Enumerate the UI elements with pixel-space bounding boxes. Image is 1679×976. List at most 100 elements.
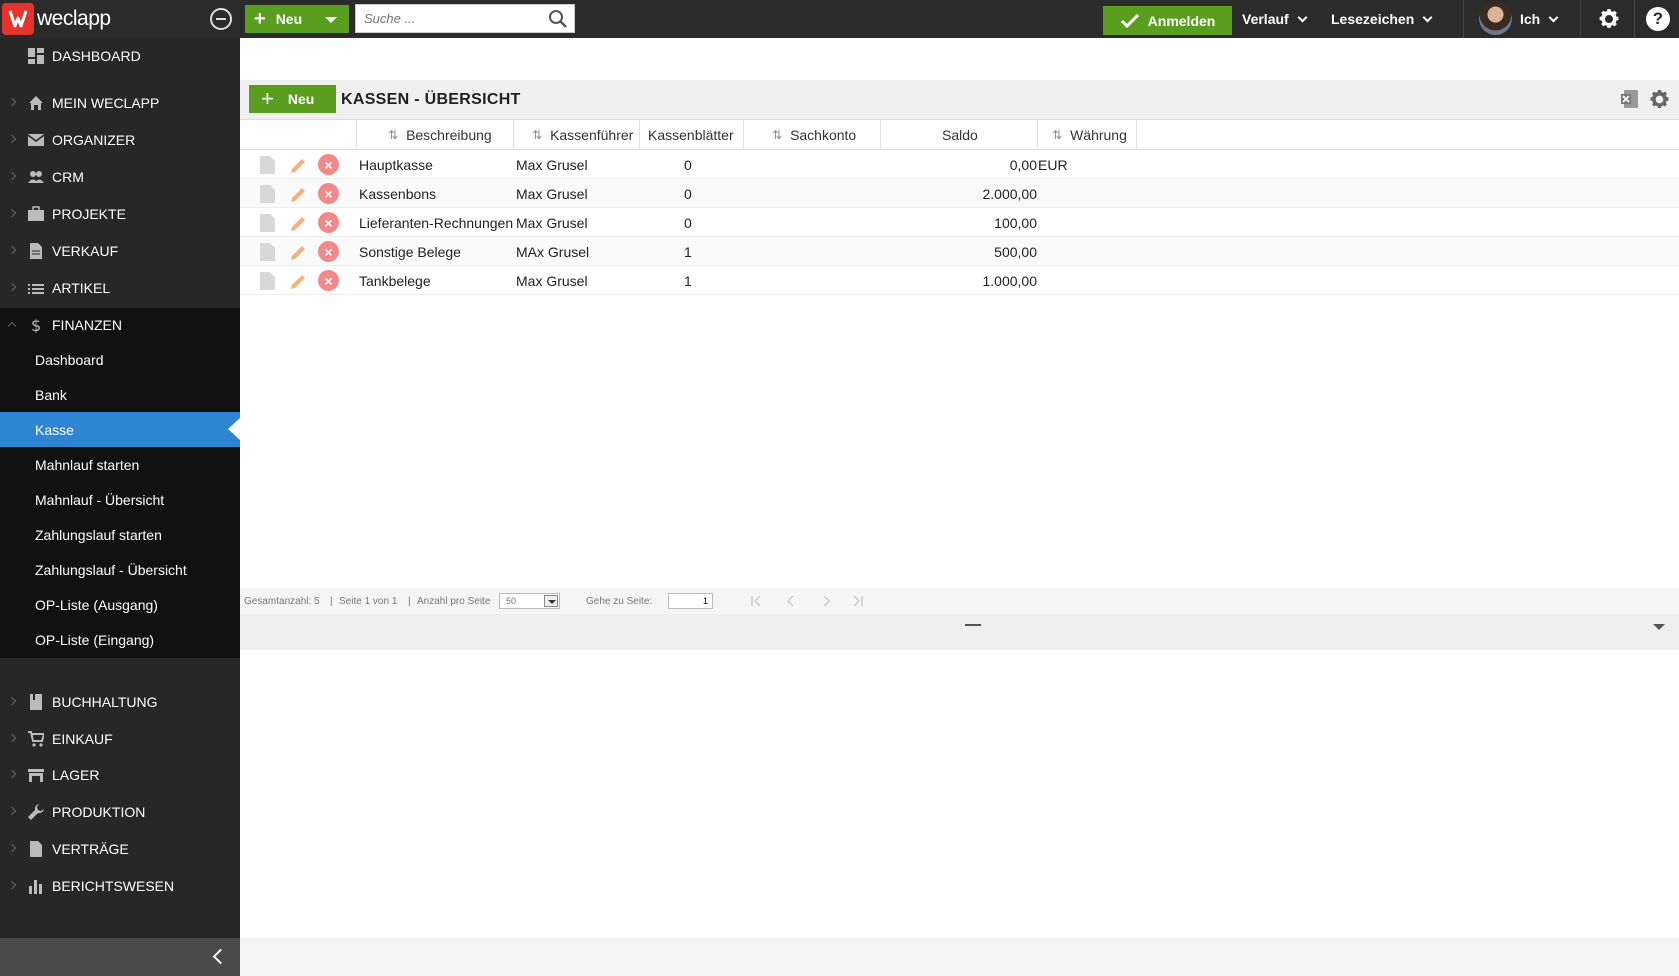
submenu-item-op-liste-eingang[interactable]: OP-Liste (Eingang): [0, 622, 240, 657]
sidebar-item-berichtswesen[interactable]: BERICHTSWESEN: [0, 869, 240, 903]
first-page-icon[interactable]: [751, 596, 761, 606]
delete-icon[interactable]: ×: [318, 212, 339, 233]
table-row[interactable]: × Kassenbons Max Grusel 0 2.000,00: [240, 179, 1679, 208]
gear-icon[interactable]: [1597, 7, 1621, 31]
sidebar-item-lager[interactable]: LAGER: [0, 758, 240, 792]
anmelden-button[interactable]: Anmelden: [1103, 6, 1232, 35]
sort-icon: ⇅: [1052, 128, 1063, 142]
sidebar-item-einkauf[interactable]: EINKAUF: [0, 722, 240, 756]
avatar[interactable]: [1479, 2, 1512, 35]
cell-kassenfuehrer: Max Grusel: [516, 185, 588, 202]
detail-panel-divider[interactable]: [240, 614, 1679, 650]
total-count: Gesamtanzahl: 5: [244, 595, 320, 607]
delete-icon[interactable]: ×: [318, 270, 339, 291]
chevron-right-icon: [7, 843, 17, 853]
sidebar-item-mein-weclapp[interactable]: MEIN WECLAPP: [0, 86, 240, 120]
per-page-select[interactable]: 50: [499, 593, 560, 609]
per-page-value: 50: [506, 596, 517, 606]
cell-saldo: 1.000,00: [982, 272, 1038, 289]
help-icon[interactable]: ?: [1646, 7, 1670, 31]
delete-icon[interactable]: ×: [318, 154, 339, 175]
lesezeichen-menu[interactable]: Lesezeichen: [1331, 0, 1433, 38]
table-row[interactable]: × Lieferanten-Rechnungen Max Grusel 0 10…: [240, 208, 1679, 237]
sidebar-item-organizer[interactable]: ORGANIZER: [0, 123, 240, 157]
people-icon: [28, 171, 44, 183]
pencil-icon[interactable]: [288, 156, 308, 176]
column-header-kassenfuehrer[interactable]: ⇅ Kassenführer: [514, 120, 640, 150]
table-row[interactable]: × Sonstige Belege MAx Grusel 1 500,00: [240, 237, 1679, 266]
pencil-icon[interactable]: [288, 272, 308, 292]
lesezeichen-label: Lesezeichen: [1331, 11, 1415, 27]
submenu-item-op-liste-ausgang[interactable]: OP-Liste (Ausgang): [0, 587, 240, 622]
chevron-left-icon[interactable]: [212, 948, 229, 965]
search-input[interactable]: [356, 5, 536, 32]
submenu-item-mahnlauf-uebersicht[interactable]: Mahnlauf - Übersicht: [0, 482, 240, 517]
sidebar-item-verkauf[interactable]: VERKAUF: [0, 234, 240, 268]
submenu-item-zahlungslauf-uebersicht[interactable]: Zahlungslauf - Übersicht: [0, 552, 240, 587]
submenu-item-bank[interactable]: Bank: [0, 377, 240, 412]
sidebar-item-crm[interactable]: CRM: [0, 160, 240, 194]
logo[interactable]: weclapp: [2, 2, 122, 36]
document-icon[interactable]: [259, 271, 276, 291]
dropdown-arrow-icon: [544, 595, 558, 607]
document-icon[interactable]: [259, 242, 276, 262]
column-header-kassenblaetter[interactable]: Kassenblätter: [640, 120, 744, 150]
table-row[interactable]: × Hauptkasse Max Grusel 0 0,00 EUR: [240, 150, 1679, 179]
cart-icon: [28, 731, 44, 747]
sidebar-item-projekte[interactable]: PROJEKTE: [0, 197, 240, 231]
bar-chart-icon: [29, 880, 42, 894]
cell-kassenblaetter: 0: [684, 185, 692, 202]
chevron-right-icon: [7, 696, 17, 706]
next-page-icon[interactable]: [821, 596, 831, 606]
pencil-icon[interactable]: [288, 243, 308, 263]
sidebar-item-produktion[interactable]: PRODUKTION: [0, 795, 240, 829]
document-icon[interactable]: [259, 213, 276, 233]
pencil-icon[interactable]: [288, 185, 308, 205]
sidebar-item-finanzen[interactable]: $ FINANZEN: [0, 308, 240, 342]
document-icon[interactable]: [259, 155, 276, 175]
separator: [1580, 0, 1581, 38]
search-icon[interactable]: [548, 9, 568, 29]
new-dropdown-button[interactable]: + Neu: [245, 5, 349, 33]
collapse-sidebar-button[interactable]: [210, 8, 232, 30]
column-header-label: Währung: [1070, 127, 1127, 143]
column-header-waehrung[interactable]: ⇅ Währung: [1038, 120, 1137, 150]
page-header: + Neu KASSEN - ÜBERSICHT: [240, 80, 1679, 120]
sidebar-item-buchhaltung[interactable]: BUCHHALTUNG: [0, 685, 240, 719]
verlauf-menu[interactable]: Verlauf: [1242, 0, 1308, 38]
weclapp-logo-icon: [2, 3, 34, 35]
sidebar-item-vertraege[interactable]: VERTRÄGE: [0, 832, 240, 866]
document-icon[interactable]: [259, 184, 276, 204]
gear-icon[interactable]: [1648, 88, 1671, 111]
sidebar-item-label: BUCHHALTUNG: [52, 694, 158, 710]
table-row[interactable]: × Tankbelege Max Grusel 1 1.000,00: [240, 266, 1679, 295]
column-header-label: Saldo: [942, 127, 978, 143]
last-page-icon[interactable]: [853, 596, 863, 606]
column-header-beschreibung[interactable]: ⇅ Beschreibung: [357, 120, 514, 150]
goto-page-input[interactable]: [668, 593, 713, 609]
column-header-sachkonto[interactable]: ⇅ Sachkonto: [744, 120, 881, 150]
cell-saldo: 100,00: [994, 214, 1037, 231]
submenu-item-mahnlauf-starten[interactable]: Mahnlauf starten: [0, 447, 240, 482]
prev-page-icon[interactable]: [786, 596, 796, 606]
book-icon: [30, 694, 42, 710]
chevron-right-icon: [7, 97, 17, 107]
user-menu[interactable]: Ich: [1520, 0, 1559, 38]
per-page-label: Anzahl pro Seite: [417, 595, 491, 607]
caret-down-icon[interactable]: [1653, 624, 1665, 630]
column-header-saldo[interactable]: Saldo: [881, 120, 1038, 150]
submenu-item-zahlungslauf-starten[interactable]: Zahlungslauf starten: [0, 517, 240, 552]
column-header-label: Kassenblätter: [648, 127, 734, 143]
excel-export-icon[interactable]: [1620, 89, 1640, 109]
delete-icon[interactable]: ×: [318, 183, 339, 204]
sidebar-item-dashboard[interactable]: DASHBOARD: [0, 39, 240, 73]
submenu-item-kasse[interactable]: Kasse: [0, 412, 240, 447]
chevron-down-icon: [1548, 12, 1559, 22]
delete-icon[interactable]: ×: [318, 241, 339, 262]
pencil-icon[interactable]: [288, 214, 308, 234]
new-button[interactable]: + Neu: [249, 85, 336, 113]
minimize-icon[interactable]: [965, 624, 981, 626]
chevron-right-icon: [7, 880, 17, 890]
submenu-item-dashboard[interactable]: Dashboard: [0, 342, 240, 377]
sidebar-item-artikel[interactable]: ARTIKEL: [0, 271, 240, 305]
